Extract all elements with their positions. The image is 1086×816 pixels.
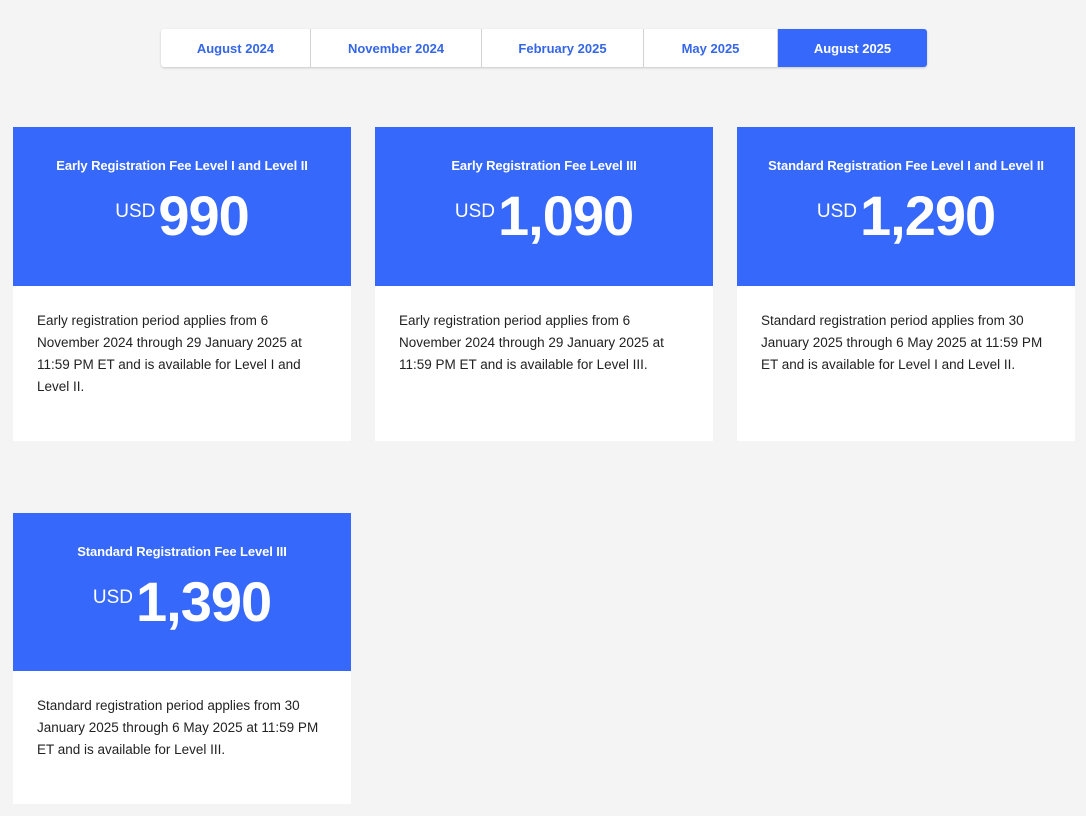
fee-card-title: Early Registration Fee Level I and Level… [56,158,308,173]
fee-card-header: Early Registration Fee Level I and Level… [13,127,351,286]
fee-price: USD 1,390 [13,571,351,633]
fee-card-title: Standard Registration Fee Level I and Le… [768,158,1044,173]
fee-card-title: Standard Registration Fee Level III [77,544,287,559]
tab-november-2024[interactable]: November 2024 [311,29,482,67]
fee-currency: USD [92,587,133,608]
fee-currency: USD [816,201,857,222]
fee-card-early-level-1-2: Early Registration Fee Level I and Level… [13,127,351,441]
fee-card-description: Early registration period applies from 6… [37,313,302,394]
fee-card-standard-level-1-2: Standard Registration Fee Level I and Le… [737,127,1075,441]
fee-card-header: Standard Registration Fee Level I and Le… [737,127,1075,286]
fee-card-standard-level-3: Standard Registration Fee Level III USD … [13,513,351,804]
fee-price: USD 990 [13,185,351,247]
fee-card-title: Early Registration Fee Level III [451,158,637,173]
tab-february-2025[interactable]: February 2025 [482,29,644,67]
fee-currency: USD [454,201,495,222]
fee-card-description: Early registration period applies from 6… [399,313,664,372]
fee-price: USD 1,290 [737,185,1075,247]
fee-card-early-level-3: Early Registration Fee Level III USD 1,0… [375,127,713,441]
fee-amount: 1,390 [135,570,272,633]
fee-card-header: Early Registration Fee Level III USD 1,0… [375,127,713,286]
fee-amount: 1,290 [859,184,996,247]
tab-august-2025[interactable]: August 2025 [778,29,927,67]
fee-currency: USD [115,201,156,222]
exam-window-tabs: August 2024 November 2024 February 2025 … [161,29,927,67]
fee-card-description: Standard registration period applies fro… [37,698,319,757]
fee-amount: 1,090 [497,184,634,247]
fee-card-header: Standard Registration Fee Level III USD … [13,513,351,671]
fee-card-description: Standard registration period applies fro… [761,313,1043,372]
fee-price: USD 1,090 [375,185,713,247]
tab-may-2025[interactable]: May 2025 [644,29,778,67]
fee-amount: 990 [158,184,249,247]
tab-august-2024[interactable]: August 2024 [161,29,311,67]
